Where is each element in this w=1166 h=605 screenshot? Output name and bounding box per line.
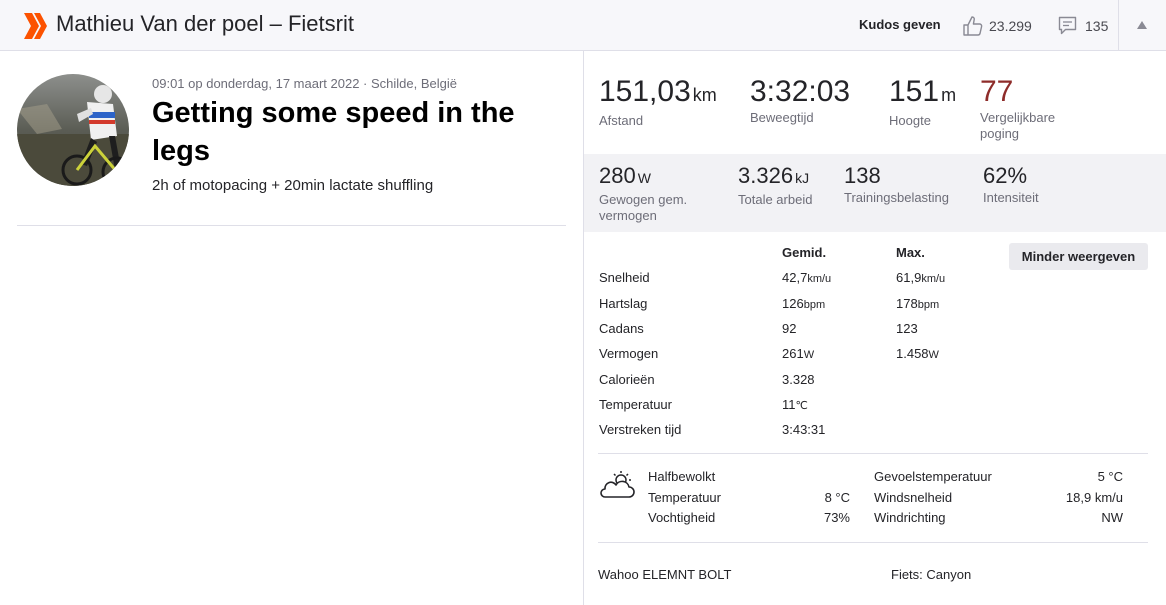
activity-meta: 09:01 op donderdag, 17 maart 2022 · Schi… (152, 76, 457, 91)
details-row-label: Hartslag (599, 296, 648, 311)
details-row-label: Temperatuur (599, 397, 672, 412)
show-less-button[interactable]: Minder weergeven (1009, 243, 1148, 270)
stat-intensity-value: 62% (983, 163, 1028, 188)
activity-header: Mathieu Van der poel – Fietsrit Kudos ge… (0, 0, 1166, 51)
column-header-average: Gemid. (782, 245, 827, 260)
avg-unit: bpm (803, 299, 826, 311)
details-avg-cell: 11℃ (782, 397, 808, 412)
weather-temperature-label: Temperatuur (648, 490, 721, 505)
header-divider (1118, 0, 1119, 50)
collapse-caret-icon[interactable] (1136, 20, 1148, 30)
stat-elevation-unit: m (941, 85, 957, 105)
details-avg-cell: 3:43:31 (782, 422, 825, 437)
weather-wind-speed-label: Windsnelheid (874, 490, 953, 505)
column-header-max: Max. (896, 245, 925, 260)
stat-intensity: 62% Intensiteit (983, 164, 1039, 206)
comment-count[interactable]: 135 (1085, 18, 1108, 34)
weather-wind-direction-value: NW (1101, 510, 1123, 525)
details-max-cell: 123 (896, 321, 918, 336)
avg-unit: W (803, 349, 815, 361)
give-kudos-button[interactable]: Kudos geven (859, 17, 941, 32)
avg-unit: km/u (807, 273, 832, 285)
avg-value: 11 (782, 397, 796, 412)
stat-total-work-unit: kJ (795, 170, 810, 186)
details-row-label: Verstreken tijd (599, 422, 682, 437)
activity-title: Getting some speed in the legs (152, 97, 515, 167)
device-name: Wahoo ELEMNT BOLT (598, 567, 732, 582)
avg-value: 3:43:31 (782, 422, 826, 437)
bike-name[interactable]: Fiets: Canyon (891, 567, 971, 582)
avg-value: 42,7 (782, 270, 808, 285)
max-value: 178 (896, 296, 918, 311)
activity-description: 2h of motopacing + 20min lactate shuffli… (152, 177, 434, 194)
details-avg-cell: 42,7km/u (782, 270, 831, 285)
weather-temperature-value: 8 °C (824, 490, 850, 505)
stat-intensity-label: Intensiteit (983, 190, 1039, 205)
details-max-cell: 61,9km/u (896, 270, 945, 285)
stat-weighted-power-value: 280 (599, 163, 636, 188)
divider (598, 542, 1148, 543)
weather-condition: Halfbewolkt (648, 469, 716, 484)
max-unit: km/u (921, 273, 946, 285)
stat-weighted-power-unit: W (637, 170, 651, 186)
details-avg-cell: 3.328 (782, 372, 815, 387)
kudos-count[interactable]: 23.299 (989, 18, 1032, 34)
thumbs-up-icon[interactable] (962, 15, 984, 37)
weather-feels-like-value: 5 °C (1097, 469, 1123, 484)
stat-total-work-value: 3.326 (738, 163, 794, 188)
weather-feels-like-label: Gevoelstemperatuur (874, 469, 992, 484)
details-avg-cell: 126bpm (782, 296, 825, 311)
stat-relative-effort-label: Vergelijkbare poging (980, 110, 1056, 141)
avg-value: 261 (782, 346, 804, 361)
stat-moving-time-label: Beweegtijd (750, 110, 814, 125)
details-row-label: Cadans (599, 321, 644, 336)
page-title: Mathieu Van der poel – Fietsrit (56, 11, 354, 36)
stat-elevation-label: Hoogte (889, 113, 931, 128)
panel-divider (583, 51, 584, 605)
stat-training-load-label: Trainingsbelasting (844, 190, 950, 205)
details-avg-cell: 261W (782, 346, 814, 361)
details-row-label: Calorieën (599, 372, 655, 387)
stat-weighted-power: 280 W Gewogen gem. vermogen (599, 164, 719, 224)
weather-humidity-value: 73% (823, 510, 850, 525)
weather-wind-direction-label: Windrichting (874, 510, 946, 525)
stat-total-work-label: Totale arbeid (738, 192, 813, 207)
stat-moving-time: 3:32:03 Beweegtijd (750, 76, 850, 126)
stat-relative-effort[interactable]: 77 Vergelijkbare poging (980, 76, 1090, 142)
stat-distance-value: 151,03 (599, 75, 691, 108)
stat-distance-label: Afstand (599, 113, 644, 128)
stat-weighted-power-label: Gewogen gem. vermogen (599, 192, 688, 223)
stat-training-load: 138 Trainingsbelasting (844, 164, 949, 206)
max-value: 61,9 (896, 270, 922, 285)
details-row-label: Snelheid (599, 270, 650, 285)
stat-training-load-value: 138 (844, 163, 881, 188)
divider (17, 225, 566, 226)
stat-distance-unit: km (692, 85, 717, 105)
details-row-label: Vermogen (599, 346, 659, 361)
weather-humidity-label: Vochtigheid (648, 510, 716, 525)
stat-elevation: 151 m Hoogte (889, 76, 956, 129)
strava-chevron-icon (24, 13, 47, 39)
comment-icon[interactable] (1058, 16, 1077, 35)
athlete-avatar[interactable] (17, 74, 129, 186)
max-unit: bpm (917, 299, 940, 311)
max-value: 123 (896, 321, 918, 336)
stat-relative-effort-value: 77 (980, 75, 1014, 108)
avg-value: 3.328 (782, 372, 815, 387)
stat-moving-time-value: 3:32:03 (750, 75, 851, 108)
avg-unit: ℃ (795, 400, 808, 412)
details-max-cell: 1.458W (896, 346, 939, 361)
avg-value: 92 (782, 321, 797, 336)
avg-value: 126 (782, 296, 804, 311)
details-max-cell: 178bpm (896, 296, 939, 311)
max-unit: W (928, 349, 939, 361)
divider (598, 453, 1148, 454)
details-avg-cell: 92 (782, 321, 796, 336)
weather-wind-speed-value: 18,9 km/u (1065, 490, 1123, 505)
max-value: 1.458 (896, 346, 929, 361)
stat-total-work: 3.326 kJ Totale arbeid (738, 164, 812, 208)
stat-distance: 151,03 km Afstand (599, 76, 717, 129)
partly-cloudy-icon (600, 471, 635, 498)
stat-elevation-value: 151 (889, 75, 940, 108)
